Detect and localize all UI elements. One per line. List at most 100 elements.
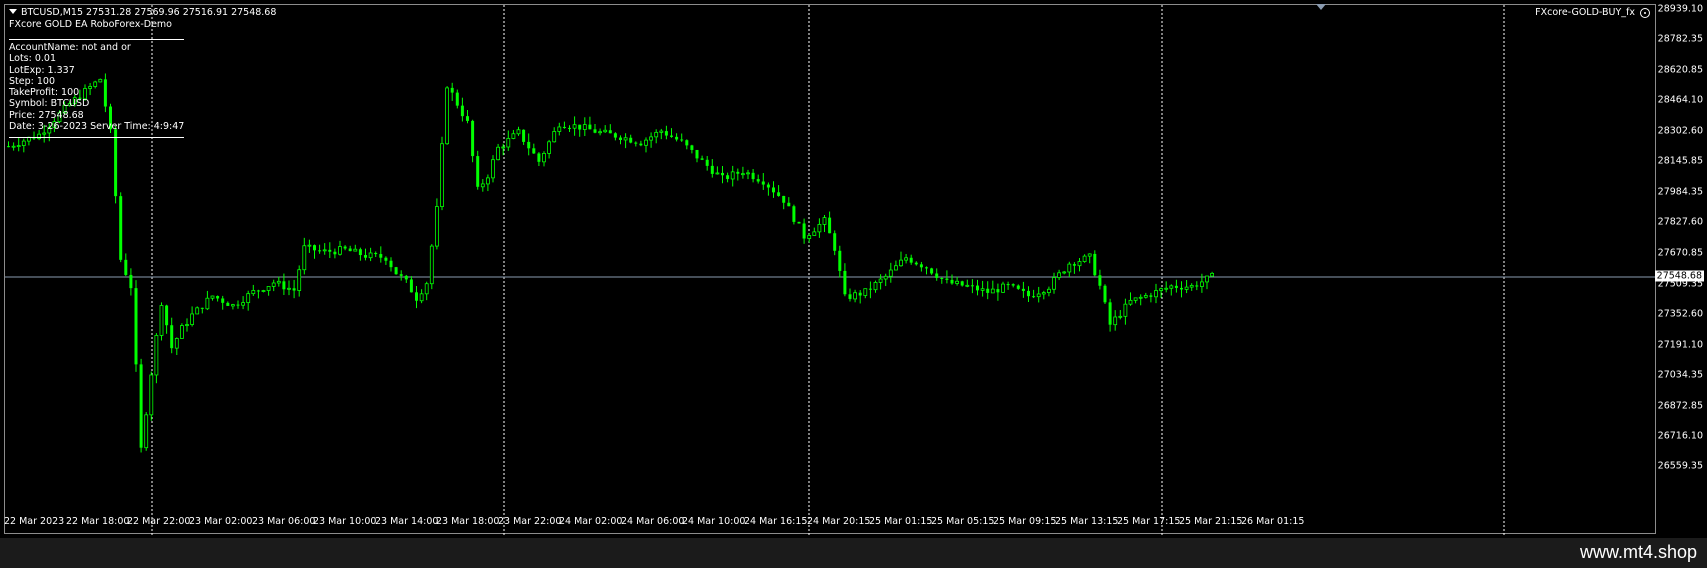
candle (970, 279, 974, 294)
footer-bar: www.mt4.shop (0, 538, 1707, 568)
candle (914, 261, 918, 266)
price-tick-label: 26872.85 (1657, 400, 1703, 412)
info-line: Symbol: BTCUSD (9, 98, 90, 110)
price-tick-label: 26559.35 (1657, 460, 1703, 472)
candle (261, 289, 266, 293)
candle (547, 139, 551, 159)
info-line: Date: 3-26-2023 Server Time: 4:9:47 (9, 121, 185, 133)
time-tick-label: 25 Mar 05:15 (931, 516, 995, 527)
candle (670, 128, 673, 138)
candle (1006, 281, 1010, 290)
candle (976, 279, 979, 296)
candle (471, 119, 475, 163)
candle (154, 333, 159, 384)
indicator-label: FXcore-GOLD-BUY_fx (1535, 7, 1635, 18)
candle (578, 124, 582, 137)
candle (144, 412, 149, 451)
candle (623, 133, 628, 149)
candle (190, 306, 195, 327)
candle (1027, 286, 1030, 303)
candle (221, 295, 225, 310)
chart-area[interactable] (4, 4, 1657, 535)
candle (1047, 286, 1051, 297)
candle (715, 166, 720, 175)
candle (1093, 250, 1097, 277)
candle (276, 276, 281, 287)
time-tick-label: 23 Mar 18:00 (436, 516, 500, 527)
candle (333, 248, 337, 259)
candle (909, 254, 913, 265)
candle (532, 143, 536, 154)
candle (721, 166, 724, 184)
candle (965, 279, 970, 288)
candle (271, 279, 276, 292)
candle (792, 204, 796, 225)
candle (210, 295, 215, 301)
candle (1108, 298, 1112, 332)
candle (649, 132, 653, 148)
time-tick-label: 22 Mar 22:00 (127, 516, 191, 527)
candle (812, 227, 817, 236)
candle (1021, 281, 1025, 298)
candle (389, 257, 393, 272)
candle (603, 125, 608, 133)
candle (445, 86, 450, 145)
time-tick-label: 24 Mar 10:00 (682, 516, 746, 527)
candle (925, 266, 928, 275)
candle (185, 318, 189, 332)
candle (899, 251, 903, 267)
candle (919, 261, 923, 272)
candle (1118, 310, 1123, 320)
candle (491, 155, 495, 183)
candle (1123, 298, 1128, 325)
time-tick-label: 23 Mar 02:00 (189, 516, 253, 527)
candle (858, 290, 862, 304)
candle (1098, 269, 1102, 290)
price-tick-label: 28782.35 (1657, 33, 1703, 45)
expert-advisor-name: FXcore GOLD EA RoboForex-Demo (9, 19, 172, 30)
settings-icon[interactable] (1640, 8, 1650, 18)
candle (863, 288, 868, 299)
candle (935, 268, 939, 281)
candle (230, 303, 235, 310)
chart-shift-icon[interactable] (1316, 4, 1326, 10)
candle (1016, 284, 1020, 290)
candle (950, 274, 954, 285)
candle (348, 245, 352, 252)
candlestick-chart[interactable] (5, 5, 1657, 535)
candle (256, 289, 260, 299)
candle (419, 289, 424, 304)
candle (302, 237, 307, 275)
candle (338, 240, 342, 256)
candle (930, 267, 934, 275)
info-separator-top (9, 39, 184, 40)
candle (1001, 281, 1005, 293)
candle (32, 131, 36, 140)
candle (216, 295, 220, 302)
candle (644, 137, 648, 153)
candle (1062, 270, 1067, 275)
price-tick-label: 28145.85 (1657, 155, 1703, 167)
candle (1032, 289, 1036, 299)
candle (379, 246, 383, 263)
info-line: TakeProfit: 100 (9, 87, 80, 99)
candle (374, 251, 378, 258)
candle (179, 323, 184, 339)
candle (619, 135, 622, 145)
time-tick-label: 23 Mar 14:00 (375, 516, 439, 527)
candle (415, 286, 418, 309)
info-line: Step: 100 (9, 75, 55, 87)
candle (883, 273, 888, 287)
dropdown-triangle-icon[interactable] (9, 9, 17, 14)
candle (685, 139, 689, 150)
candle (394, 266, 398, 275)
price-tick-label: 26716.10 (1657, 430, 1703, 442)
candle (205, 290, 210, 311)
candle (542, 151, 546, 167)
candle (7, 141, 10, 148)
candle (955, 276, 959, 286)
candle (1169, 284, 1174, 296)
candle (522, 129, 526, 145)
candle (1041, 290, 1046, 300)
info-line: Lots: 0.01 (9, 53, 56, 65)
